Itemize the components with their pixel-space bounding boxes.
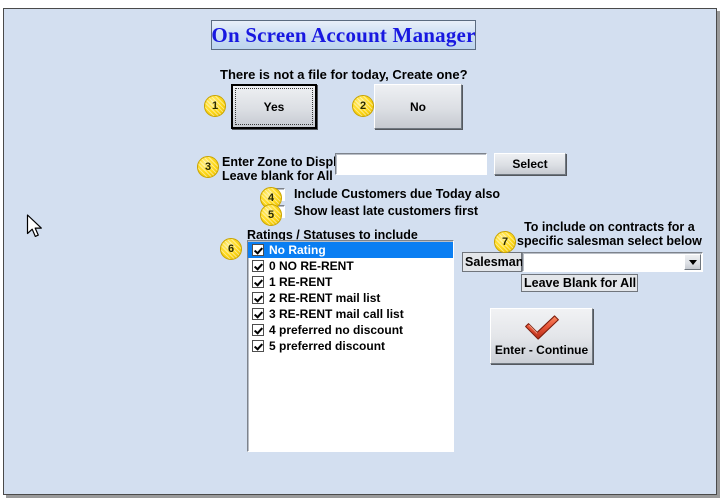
rating-item-checkbox[interactable] bbox=[252, 260, 264, 272]
rating-item-checkbox[interactable] bbox=[252, 324, 264, 336]
step-badge-7: 7 bbox=[494, 231, 516, 253]
rating-list-item[interactable]: 4 preferred no discount bbox=[248, 322, 453, 338]
step-badge-1: 1 bbox=[204, 95, 226, 117]
zone-input[interactable] bbox=[335, 153, 487, 175]
window-title-plate: On Screen Account Manager bbox=[211, 20, 476, 50]
include-today-checkbox-row[interactable]: Include Customers due Today also bbox=[272, 187, 500, 201]
select-button[interactable]: Select bbox=[494, 153, 566, 175]
page-title: On Screen Account Manager bbox=[211, 23, 475, 48]
include-today-label: Include Customers due Today also bbox=[294, 187, 500, 201]
file-prompt-question: There is not a file for today, Create on… bbox=[220, 67, 468, 82]
rating-item-label: 5 preferred discount bbox=[269, 339, 385, 353]
rating-item-label: 3 RE-RENT mail call list bbox=[269, 307, 404, 321]
salesman-note-line1: To include on contracts for a bbox=[517, 220, 702, 234]
enter-continue-button[interactable]: Enter - Continue bbox=[490, 308, 593, 364]
yes-button[interactable]: Yes bbox=[231, 84, 317, 129]
salesman-dropdown[interactable] bbox=[522, 252, 703, 272]
salesman-note: To include on contracts for a specific s… bbox=[517, 220, 702, 248]
zone-label-line1: Enter Zone to Display bbox=[222, 155, 351, 169]
red-checkmark-icon bbox=[522, 314, 562, 341]
rating-list-item[interactable]: 2 RE-RENT mail list bbox=[248, 290, 453, 306]
zone-label-line2: Leave blank for All bbox=[222, 169, 351, 183]
rating-item-label: 1 RE-RENT bbox=[269, 275, 332, 289]
ratings-listbox[interactable]: No Rating 0 NO RE-RENT 1 RE-RENT 2 RE-RENT … bbox=[247, 240, 454, 452]
least-late-first-checkbox-row[interactable]: Show least late customers first bbox=[272, 204, 478, 218]
rating-item-checkbox[interactable] bbox=[252, 276, 264, 288]
focus-ring bbox=[235, 88, 313, 125]
enter-continue-label: Enter - Continue bbox=[495, 343, 588, 357]
rating-item-checkbox[interactable] bbox=[252, 308, 264, 320]
rating-item-label: 2 RE-RENT mail list bbox=[269, 291, 380, 305]
salesman-field-label: Salesman bbox=[462, 252, 522, 272]
rating-item-checkbox[interactable] bbox=[252, 340, 264, 352]
chevron-down-icon[interactable] bbox=[684, 254, 701, 270]
rating-item-label: 0 NO RE-RENT bbox=[269, 259, 354, 273]
salesman-hint: Leave Blank for All bbox=[521, 274, 638, 292]
step-badge-3: 3 bbox=[197, 156, 219, 178]
rating-item-checkbox[interactable] bbox=[252, 292, 264, 304]
least-late-first-label: Show least late customers first bbox=[294, 204, 478, 218]
rating-list-item[interactable]: 1 RE-RENT bbox=[248, 274, 453, 290]
select-button-label: Select bbox=[512, 157, 547, 171]
rating-list-item[interactable]: 0 NO RE-RENT bbox=[248, 258, 453, 274]
account-manager-window: On Screen Account Manager There is not a… bbox=[3, 8, 717, 495]
rating-item-checkbox[interactable] bbox=[252, 244, 264, 256]
step-badge-6: 6 bbox=[220, 238, 242, 260]
rating-list-item[interactable]: 5 preferred discount bbox=[248, 338, 453, 354]
salesman-note-line2: specific salesman select below bbox=[517, 234, 702, 248]
rating-list-item[interactable]: 3 RE-RENT mail call list bbox=[248, 306, 453, 322]
zone-label: Enter Zone to Display Leave blank for Al… bbox=[222, 155, 351, 183]
step-badge-5: 5 bbox=[260, 204, 282, 226]
rating-item-label: 4 preferred no discount bbox=[269, 323, 403, 337]
rating-item-label: No Rating bbox=[269, 243, 326, 257]
step-badge-2: 2 bbox=[352, 95, 374, 117]
no-button-label: No bbox=[410, 100, 426, 114]
rating-list-item[interactable]: No Rating bbox=[248, 242, 453, 258]
no-button[interactable]: No bbox=[374, 84, 462, 129]
